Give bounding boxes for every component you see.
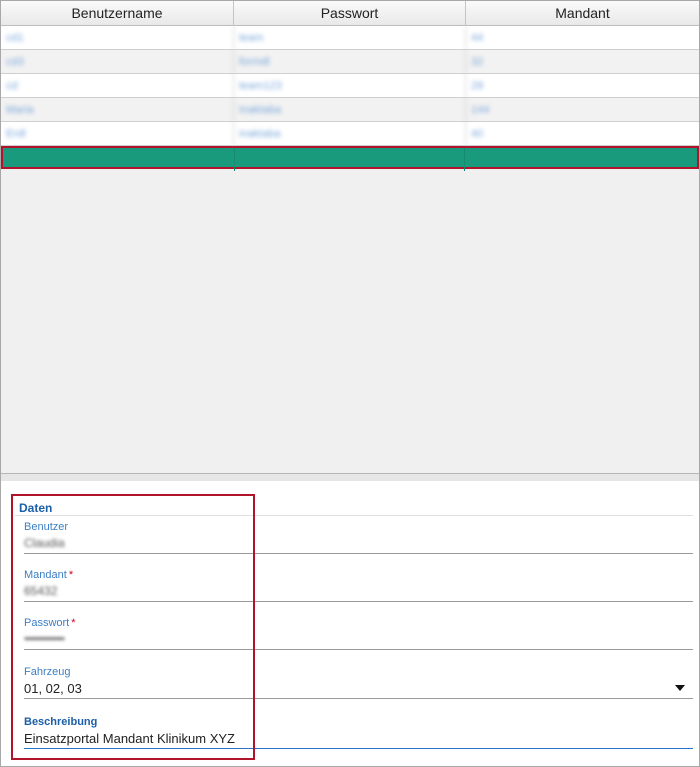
column-header-mandant[interactable]: Mandant xyxy=(466,1,699,25)
fahrzeug-select[interactable]: 01, 02, 03 xyxy=(24,680,693,697)
mandant-field[interactable]: Mandant * 65432 xyxy=(24,569,693,602)
cell-passwort: inaktaba xyxy=(234,122,466,145)
passwort-field[interactable]: Passwort * •••••••••••••••• xyxy=(24,617,693,650)
cell-benutzername: cd3 xyxy=(1,50,234,73)
mandant-underline xyxy=(24,601,693,602)
table-row[interactable]: cd1 team 44 xyxy=(1,26,699,50)
cell-benutzername xyxy=(3,148,235,171)
required-mark: * xyxy=(68,569,74,581)
splitter[interactable] xyxy=(1,474,699,481)
beschreibung-field[interactable]: Beschreibung Einsatzportal Mandant Klini… xyxy=(24,716,693,749)
cell-passwort: team xyxy=(234,26,466,49)
cell-passwort: formdl xyxy=(234,50,466,73)
beschreibung-label: Beschreibung xyxy=(24,716,98,728)
table-row[interactable]: cd team123 28 xyxy=(1,74,699,98)
grid-header: Benutzername Passwort Mandant xyxy=(1,1,699,26)
cell-passwort xyxy=(235,148,466,171)
cell-passwort: Inaktaba xyxy=(234,98,466,121)
passwort-underline xyxy=(24,649,693,650)
cell-mandant xyxy=(465,148,697,171)
section-divider xyxy=(15,515,693,516)
fahrzeug-label: Fahrzeug xyxy=(24,666,71,678)
benutzer-input[interactable]: Claudia xyxy=(24,535,693,552)
fahrzeug-field[interactable]: Fahrzeug 01, 02, 03 xyxy=(24,666,693,699)
table-row[interactable]: Maria Inaktaba 144 xyxy=(1,98,699,122)
chevron-down-icon[interactable] xyxy=(675,685,685,691)
section-title: Daten xyxy=(19,501,53,515)
cell-mandant: 44 xyxy=(471,32,484,44)
beschreibung-underline xyxy=(24,748,693,749)
cell-mandant: 28 xyxy=(471,80,484,92)
table-row[interactable]: Erdl inaktaba 40 xyxy=(1,122,699,146)
mandant-input[interactable]: 65432 xyxy=(24,583,693,600)
cell-benutzername: Maria xyxy=(1,98,234,121)
passwort-input[interactable]: •••••••••••••••• xyxy=(24,631,693,648)
cell-benutzername: Erdl xyxy=(1,122,234,145)
detail-form: Daten Benutzer Claudia Mandant * 65432 Pa… xyxy=(0,481,700,767)
cell-benutzername: cd xyxy=(1,74,234,97)
beschreibung-input[interactable]: Einsatzportal Mandant Klinikum XYZ xyxy=(24,730,693,747)
benutzer-underline xyxy=(24,553,693,554)
fahrzeug-underline xyxy=(24,698,693,699)
mandant-label-text: Mandant xyxy=(24,569,67,581)
benutzer-label: Benutzer xyxy=(24,521,69,533)
table-row[interactable]: cd3 formdl 32 xyxy=(1,50,699,74)
selected-table-row[interactable] xyxy=(1,146,699,171)
cell-passwort: team123 xyxy=(234,74,466,97)
mandant-label: Mandant * xyxy=(24,569,693,583)
required-mark: * xyxy=(71,617,76,629)
user-grid: Benutzername Passwort Mandant cd1 team 4… xyxy=(1,1,699,474)
passwort-label-text: Passwort xyxy=(24,617,70,629)
cell-mandant: 32 xyxy=(471,56,484,68)
passwort-label: Passwort * xyxy=(24,617,693,631)
column-header-passwort[interactable]: Passwort xyxy=(234,1,466,25)
cell-mandant: 40 xyxy=(471,128,484,140)
benutzer-field[interactable]: Benutzer Claudia xyxy=(24,521,693,554)
column-header-benutzername[interactable]: Benutzername xyxy=(1,1,234,25)
cell-mandant: 144 xyxy=(471,104,490,116)
cell-benutzername: cd1 xyxy=(1,26,234,49)
